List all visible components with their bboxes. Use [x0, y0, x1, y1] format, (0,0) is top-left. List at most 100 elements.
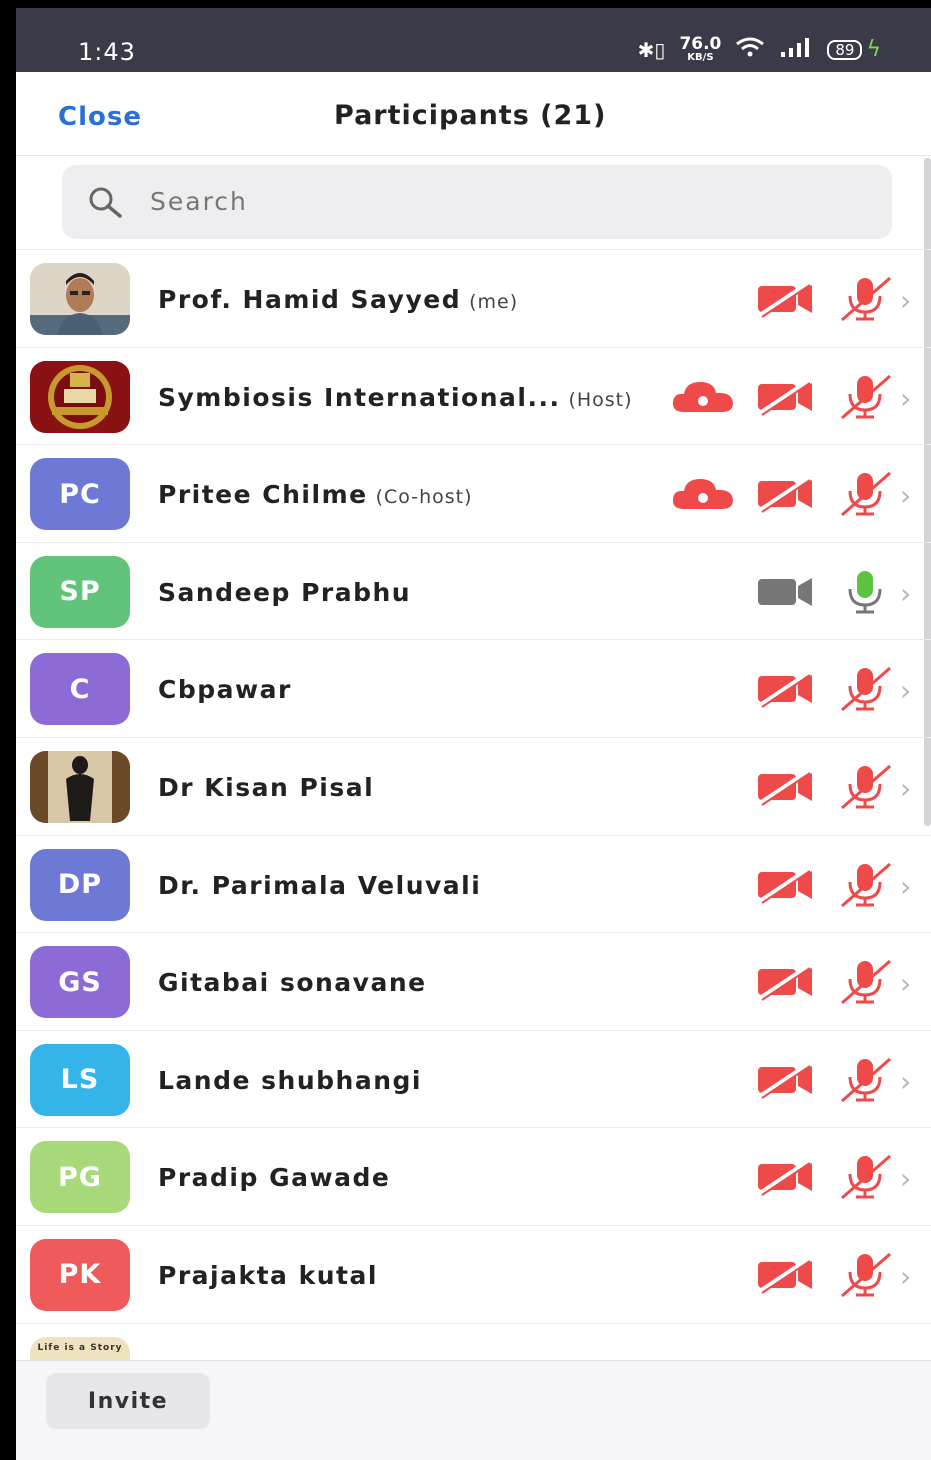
participant-role: (Host)	[568, 388, 633, 411]
mic-muted-icon	[838, 957, 894, 1009]
chevron-right-icon: ›	[900, 1162, 912, 1196]
mic-muted-icon	[838, 664, 894, 716]
participant-name-text: Sandeep Prabhu	[158, 577, 412, 607]
mic-muted-icon	[838, 1152, 894, 1204]
participant-name-text: Pritee Chilme	[158, 480, 368, 510]
participant-role: (Co-host)	[375, 486, 473, 509]
bottom-bar: Invite	[16, 1360, 931, 1460]
participant-row[interactable]: PG Pradip Gawade ›	[16, 1127, 931, 1225]
search-placeholder: Search	[150, 187, 248, 216]
participant-name: Sandeep Prabhu	[158, 578, 411, 607]
participant-name-text: Gitabai sonavane	[158, 968, 427, 998]
signal-icon	[779, 36, 813, 63]
participant-row[interactable]: SP Sandeep Prabhu ›	[16, 541, 931, 640]
participant-name: Symbiosis International... (Host)	[158, 383, 633, 412]
avatar	[30, 750, 130, 823]
chevron-right-icon: ›	[900, 479, 912, 513]
participant-row[interactable]: C Cbpawar ›	[16, 639, 931, 737]
video-off-icon	[756, 670, 816, 712]
participant-row[interactable]: Symbiosis International... (Host) ›	[16, 346, 931, 445]
participant-name: Pritee Chilme (Co-host)	[158, 480, 473, 509]
mic-muted-icon	[838, 274, 894, 326]
participant-row[interactable]: Dr Kisan Pisal ›	[16, 736, 931, 835]
avatar: SP	[30, 555, 130, 628]
mic-on-icon	[838, 567, 894, 619]
avatar: C	[30, 653, 130, 726]
avatar-initials: PC	[59, 478, 101, 510]
participant-name: Prof. Hamid Sayyed (me)	[158, 285, 518, 314]
mic-muted-icon	[838, 762, 894, 814]
video-off-icon	[756, 280, 816, 322]
avatar-initials: GS	[58, 966, 102, 998]
participant-row[interactable]: PK Prajakta kutal ›	[16, 1224, 931, 1323]
mic-muted-icon	[838, 1250, 894, 1302]
video-off-icon	[756, 1061, 816, 1103]
mic-muted-icon	[838, 1055, 894, 1107]
video-off-icon	[756, 866, 816, 908]
avatar: LS	[30, 1043, 130, 1116]
participant-name: Dr. Parimala Veluvali	[158, 871, 481, 900]
avatar	[30, 263, 130, 335]
video-off-icon	[756, 768, 816, 810]
avatar: PC	[30, 458, 130, 531]
chevron-right-icon: ›	[900, 674, 912, 708]
network-speed: 76.0 KB/S	[679, 36, 721, 63]
avatar-initials: PG	[58, 1161, 102, 1193]
participant-list: Prof. Hamid Sayyed (me) › Symbiosis Interna…	[16, 249, 931, 1420]
participant-name-text: Lande shubhangi	[158, 1065, 422, 1095]
avatar	[30, 360, 130, 433]
invite-button[interactable]: Invite	[46, 1373, 210, 1429]
network-speed-value: 76.0	[679, 34, 722, 54]
chevron-right-icon: ›	[900, 1064, 912, 1098]
avatar-initials: SP	[59, 576, 101, 608]
participant-row[interactable]: PC Pritee Chilme (Co-host) ›	[16, 444, 931, 542]
avatar: GS	[30, 946, 130, 1019]
participant-name-text: Prajakta kutal	[158, 1260, 378, 1290]
charging-icon: ϟ	[866, 37, 881, 62]
avatar: DP	[30, 848, 130, 921]
mic-muted-icon	[838, 860, 894, 912]
app-frame: 1:43 ✱▯ 76.0 KB/S 89 ϟ Close Participant…	[16, 8, 931, 1460]
participant-name-text: Prof. Hamid Sayyed	[158, 285, 462, 314]
avatar: PG	[30, 1141, 130, 1214]
bluetooth-icon: ✱▯	[637, 37, 666, 62]
participant-name-text: Dr. Parimala Veluvali	[158, 870, 482, 900]
video-off-icon	[756, 1256, 816, 1298]
battery-icon: 89	[827, 39, 863, 60]
avatar-initials: C	[69, 673, 91, 705]
video-off-icon	[756, 1158, 816, 1200]
participant-name: Pradip Gawade	[158, 1163, 390, 1192]
video-off-icon	[756, 378, 816, 420]
participant-row[interactable]: LS Lande shubhangi ›	[16, 1029, 931, 1128]
participant-row[interactable]: GS Gitabai sonavane ›	[16, 932, 931, 1030]
participant-name: Gitabai sonavane	[158, 968, 427, 997]
chevron-right-icon: ›	[900, 869, 912, 903]
chevron-right-icon: ›	[900, 1259, 912, 1293]
status-icons: ✱▯ 76.0 KB/S 89 ϟ	[638, 36, 881, 63]
chevron-right-icon: ›	[900, 284, 912, 317]
participant-name: Cbpawar	[158, 675, 292, 704]
search-icon	[86, 185, 126, 225]
chevron-right-icon: ›	[900, 967, 912, 1001]
chevron-right-icon: ›	[900, 771, 912, 805]
participant-row[interactable]: DP Dr. Parimala Veluvali ›	[16, 834, 931, 933]
cloud-recording-icon	[670, 378, 736, 418]
participant-row[interactable]: Prof. Hamid Sayyed (me) ›	[16, 249, 931, 347]
mic-muted-icon	[838, 469, 894, 521]
status-time: 1:43	[78, 38, 136, 66]
participant-name-text: Dr Kisan Pisal	[158, 772, 375, 802]
video-on-icon	[756, 573, 816, 615]
participant-name: Lande shubhangi	[158, 1066, 422, 1095]
network-speed-unit: KB/S	[687, 52, 714, 63]
participant-name: Prajakta kutal	[158, 1261, 378, 1290]
header: Close Participants (21)	[16, 72, 931, 156]
participant-role: (me)	[469, 291, 519, 313]
wifi-icon	[735, 36, 765, 63]
avatar-caption: Life is a Story	[37, 1342, 123, 1353]
avatar-initials: DP	[57, 869, 103, 901]
close-button[interactable]: Close	[58, 102, 142, 132]
search-input[interactable]: Search	[62, 165, 892, 239]
participant-name-text: Pradip Gawade	[158, 1163, 391, 1193]
page-title: Participants (21)	[334, 100, 607, 131]
avatar-initials: LS	[60, 1064, 100, 1096]
